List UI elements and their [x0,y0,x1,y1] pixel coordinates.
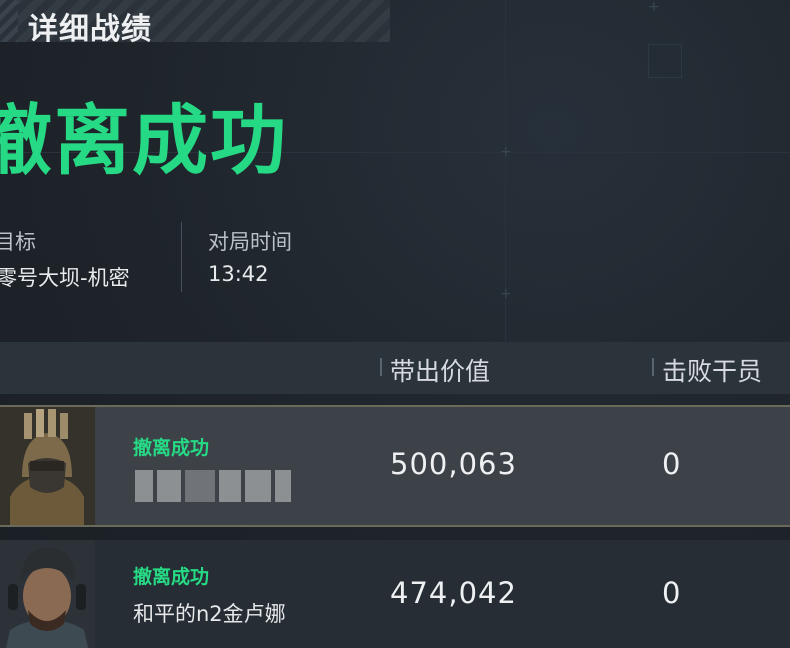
row-status: 撤离成功 [133,437,210,459]
time-value: 13:42 [208,262,269,286]
info-divider [181,222,182,292]
player-avatar [0,540,95,648]
column-separator [380,358,382,376]
row-value: 500,063 [390,447,517,481]
grid-marker: + [500,286,512,302]
row-kills: 0 [662,576,681,610]
column-extracted-value: 带出价值 [390,357,491,386]
grid-marker: + [648,0,660,15]
header-tab: 详细战绩 [0,0,390,47]
column-kills: 击败干员 [662,357,763,386]
player-avatar [0,407,95,525]
result-title: 撤离成功 [0,96,288,185]
target-value: 零号大坝-机密 [0,266,130,290]
time-label: 对局时间 [208,230,292,254]
row-status: 撤离成功 [133,566,210,588]
row-kills: 0 [662,447,681,481]
grid-square [648,44,682,78]
column-separator [652,358,654,376]
grid-marker: + [500,144,512,160]
target-label: 目标 [0,230,36,254]
player-name: 和平的n2金卢娜 [133,602,286,626]
page-title: 详细战绩 [28,12,152,47]
row-value: 474,042 [390,576,517,610]
player-row[interactable]: 撤离成功 和平的n2金卢娜 474,042 0 [0,540,790,648]
player-row[interactable]: 撤离成功 500,063 0 [0,405,790,527]
player-name-blurred [135,470,291,502]
